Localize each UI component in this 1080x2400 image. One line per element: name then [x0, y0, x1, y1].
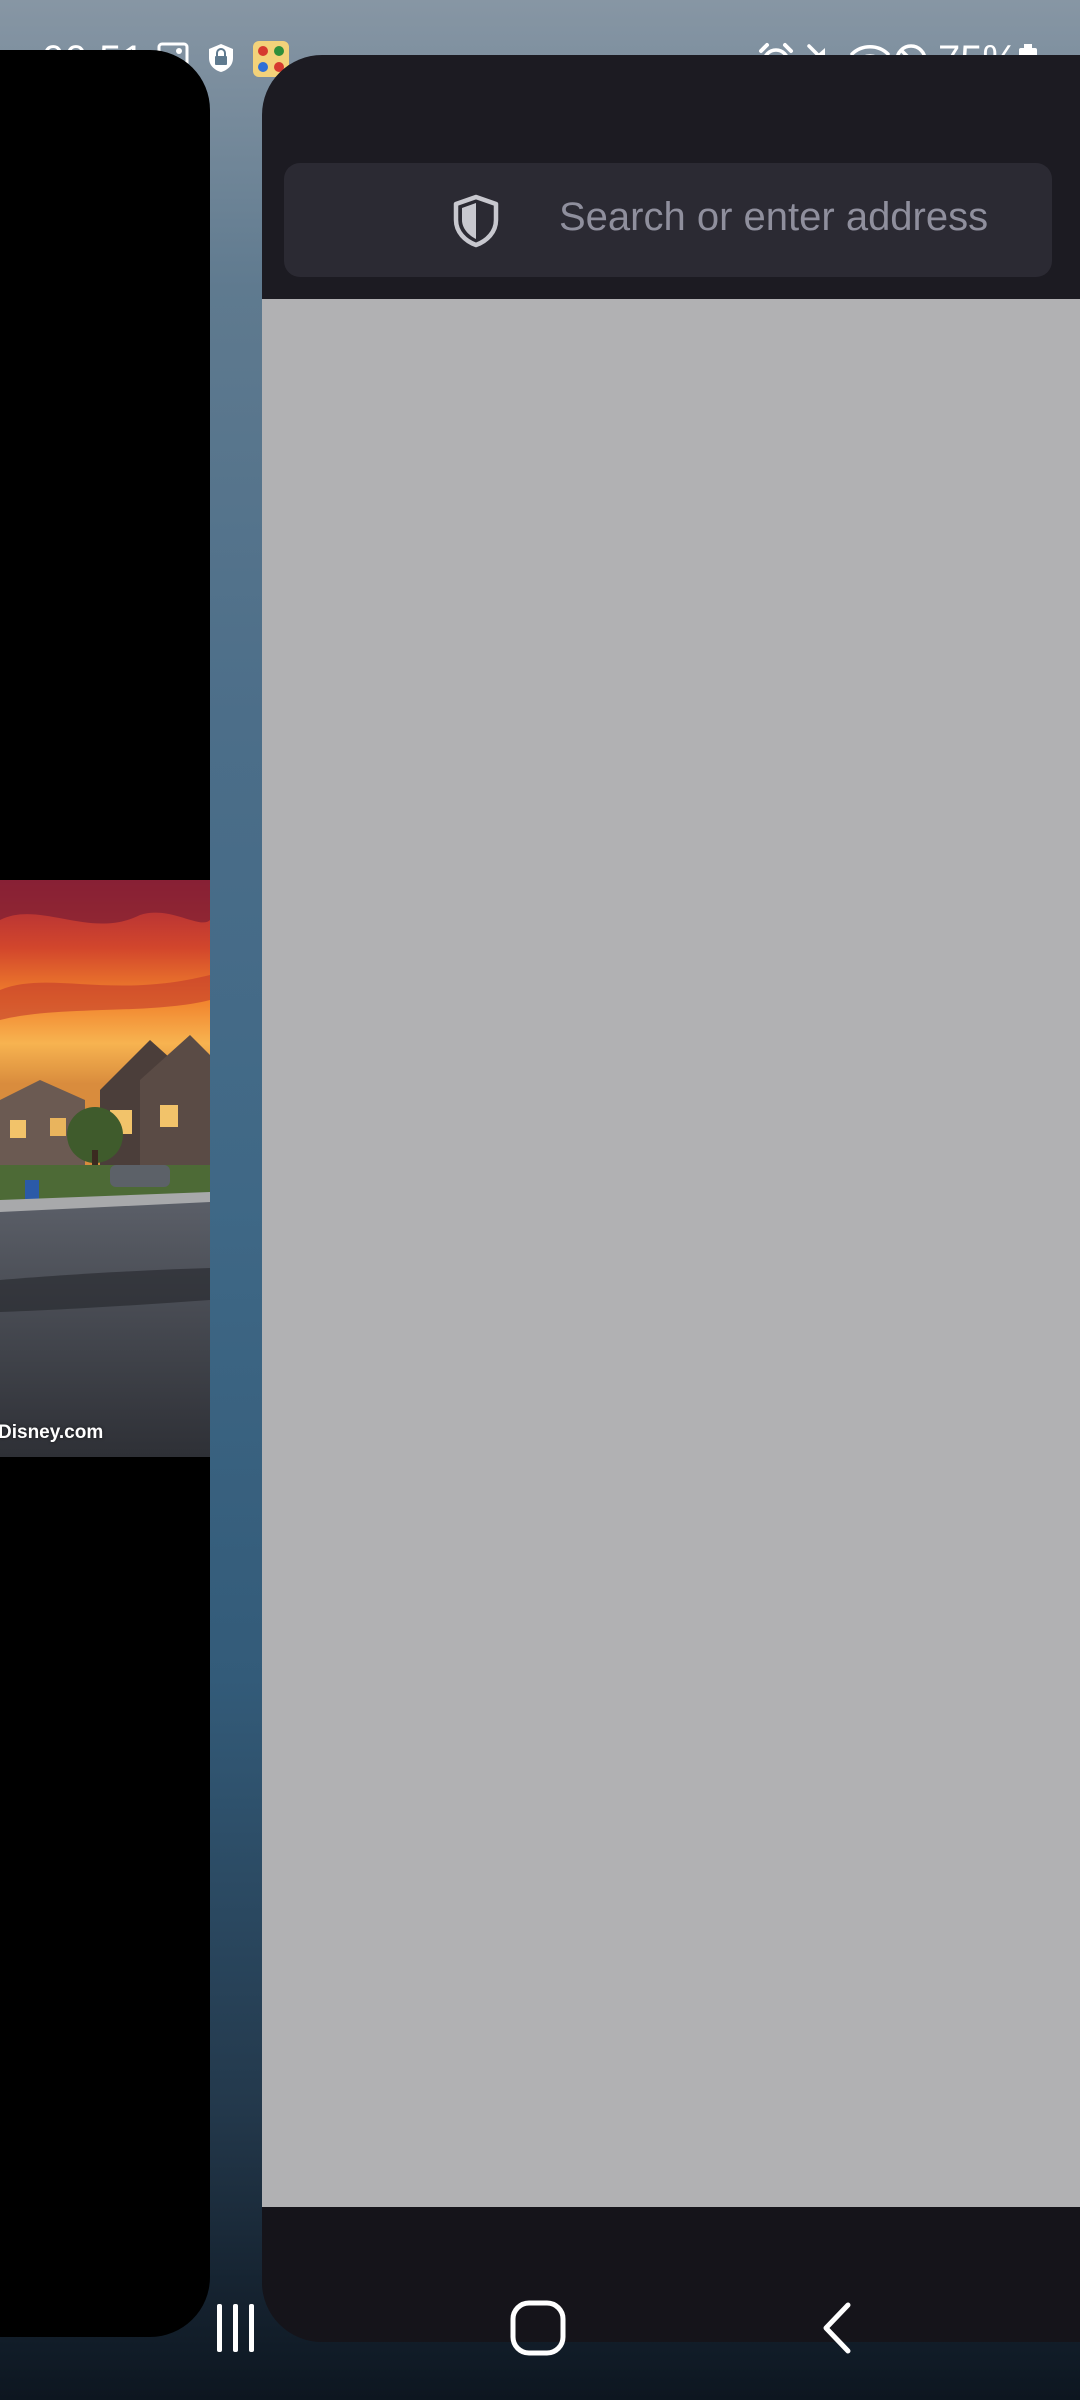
video-thumbnail: Disney.com — [0, 880, 210, 1457]
recent-app-card-left[interactable]: Disney.com — [0, 50, 210, 2337]
recents-button[interactable] — [196, 2296, 276, 2360]
suburban-street-image — [0, 880, 210, 1457]
recents-icon — [217, 2304, 254, 2352]
navigation-bar — [0, 2250, 1080, 2400]
address-placeholder: Search or enter address — [559, 195, 989, 239]
back-icon — [823, 2302, 851, 2354]
back-button[interactable] — [800, 2296, 880, 2360]
shield-icon[interactable] — [450, 193, 502, 249]
vpn-lock-icon — [209, 44, 233, 72]
thumbnail-watermark: Disney.com — [0, 1422, 104, 1443]
address-bar[interactable]: Search or enter address — [284, 163, 1052, 277]
home-icon — [510, 2300, 566, 2356]
home-button[interactable] — [498, 2296, 578, 2360]
recent-app-card-browser[interactable]: Search or enter address — [262, 55, 1080, 2342]
page-content-area — [262, 299, 1080, 2207]
